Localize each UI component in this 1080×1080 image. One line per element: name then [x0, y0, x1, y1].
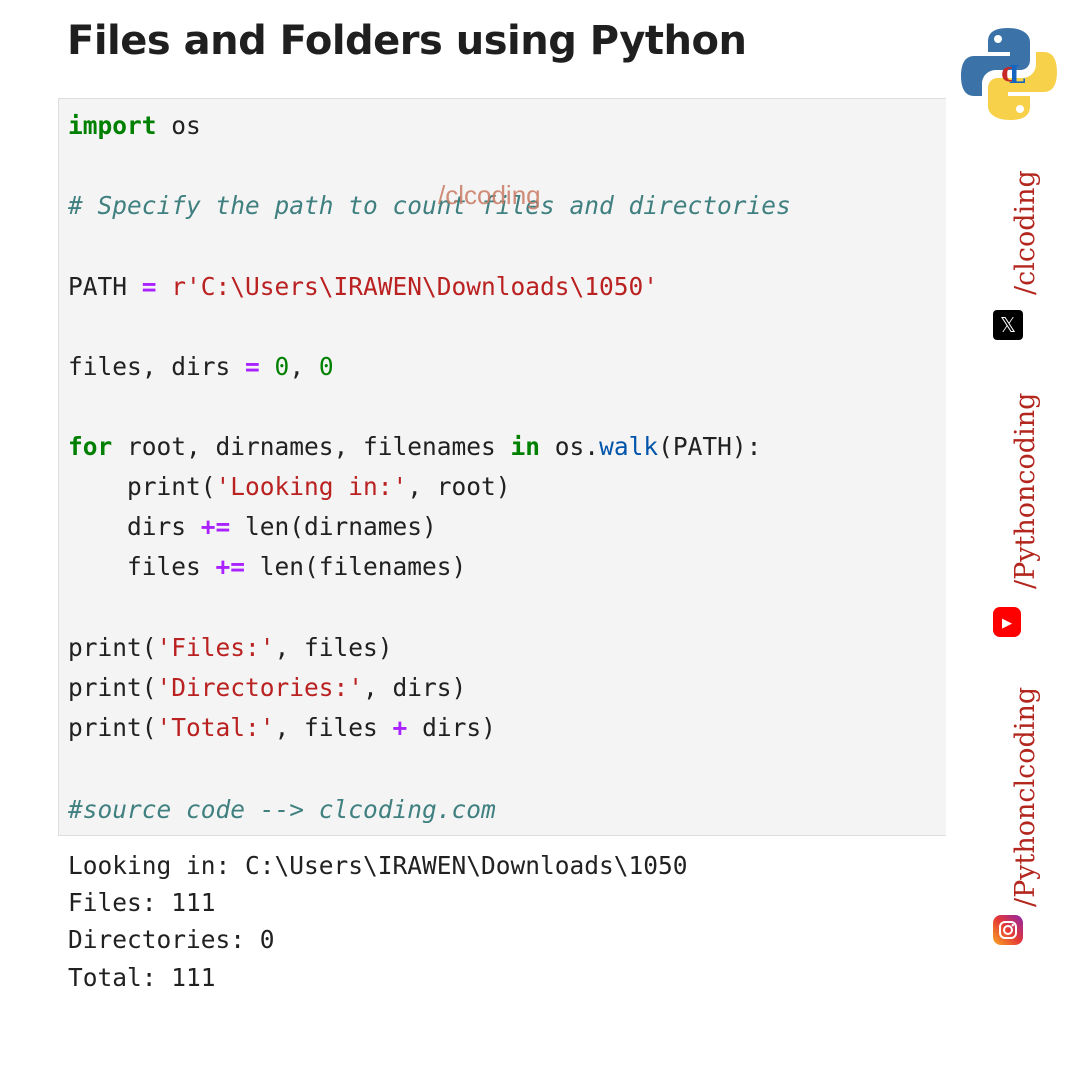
handle-pythonclcoding[interactable]: /Pythonclcoding	[1010, 687, 1041, 907]
keyword: for	[68, 432, 113, 461]
code-text: os.	[540, 432, 600, 461]
code-text: , dirs)	[363, 673, 467, 702]
output-line: Directories: 0	[68, 925, 275, 954]
keyword: in	[510, 432, 541, 461]
number-literal: 0	[274, 352, 290, 381]
operator: +=	[200, 512, 231, 541]
code-text: len(dirnames)	[230, 512, 437, 541]
code-line: print('Directories:', dirs)	[68, 671, 466, 705]
string-literal: r'C:\Users\IRAWEN\Downloads\1050'	[171, 272, 659, 301]
code-line: import os	[68, 109, 201, 143]
instagram-glyph	[999, 921, 1017, 939]
code-line: print('Files:', files)	[68, 631, 393, 665]
youtube-icon[interactable]: ▶	[993, 607, 1021, 637]
code-text: , files	[274, 713, 393, 742]
output-line: Total: 111	[68, 963, 216, 992]
operator: =	[141, 272, 157, 301]
code-comment: #source code --> clcoding.com	[68, 795, 496, 824]
code-text: dirs)	[407, 713, 496, 742]
operator: +=	[215, 552, 246, 581]
string-literal: 'Directories:'	[156, 673, 364, 702]
code-text: files	[68, 552, 216, 581]
code-line: files, dirs = 0, 0	[68, 350, 334, 384]
code-text: dirs	[68, 512, 201, 541]
output-line: Files: 111	[68, 888, 216, 917]
code-text: (PATH):	[658, 432, 762, 461]
operator: +	[392, 713, 408, 742]
code-line: for root, dirnames, filenames in os.walk…	[68, 430, 761, 464]
instagram-icon[interactable]	[993, 915, 1023, 945]
code-comment: # Specify the path to count files and di…	[68, 191, 791, 220]
number-literal: 0	[318, 352, 334, 381]
string-literal: 'Files:'	[156, 633, 275, 662]
output-line: Looking in: C:\Users\IRAWEN\Downloads\10…	[68, 851, 688, 880]
code-line: PATH = r'C:\Users\IRAWEN\Downloads\1050'	[68, 270, 658, 304]
code-line: dirs += len(dirnames)	[68, 510, 437, 544]
code-text: print(	[68, 713, 157, 742]
code-text: , files)	[274, 633, 393, 662]
code-text: PATH	[68, 272, 142, 301]
code-text: files, dirs	[68, 352, 246, 381]
handle-clcoding[interactable]: /clcoding	[1010, 170, 1041, 295]
code-text: print(	[68, 633, 157, 662]
code-text: print(	[68, 673, 157, 702]
page-title: Files and Folders using Python	[67, 18, 747, 64]
code-text: os	[156, 111, 201, 140]
string-literal: 'Looking in:'	[215, 472, 408, 501]
code-line: files += len(filenames)	[68, 550, 466, 584]
handle-pythoncoding[interactable]: /Pythoncoding	[1010, 393, 1041, 589]
code-line: print('Looking in:', root)	[68, 470, 511, 504]
string-literal: 'Total:'	[156, 713, 275, 742]
x-icon[interactable]: 𝕏	[993, 310, 1023, 340]
watermark: /clcoding	[438, 180, 541, 210]
code-text: , root)	[407, 472, 511, 501]
keyword: import	[68, 111, 157, 140]
code-line: print('Total:', files + dirs)	[68, 711, 496, 745]
code-text: print(	[68, 472, 216, 501]
operator: =	[245, 352, 260, 381]
function-name: walk	[599, 432, 659, 461]
code-text: len(filenames)	[245, 552, 467, 581]
python-logo-icon: c L	[961, 28, 1057, 120]
code-text: root, dirnames, filenames	[112, 432, 511, 461]
svg-text:L: L	[1009, 60, 1026, 89]
code-text: ,	[289, 352, 319, 381]
